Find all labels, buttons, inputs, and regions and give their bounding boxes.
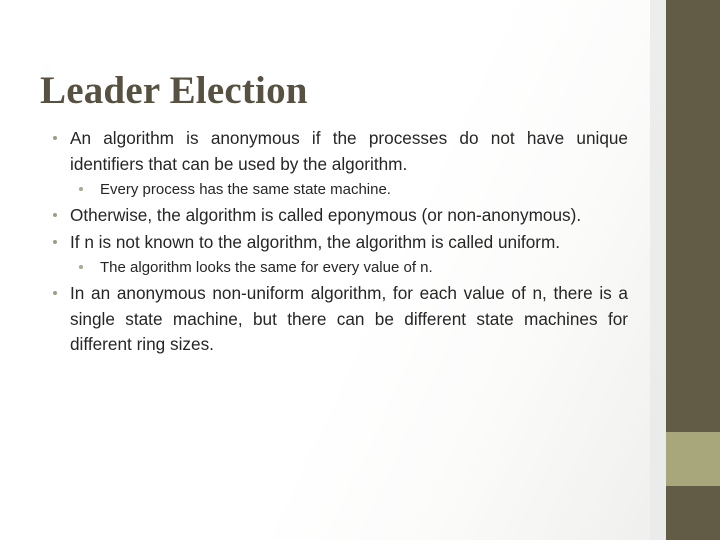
- slide-canvas: Leader Election An algorithm is anonymou…: [0, 0, 720, 540]
- list-item-text: If n is not known to the algorithm, the …: [70, 231, 561, 252]
- list-item-text: The algorithm looks the same for every v…: [100, 259, 433, 276]
- list-item: Otherwise, the algorithm is called epony…: [48, 203, 628, 229]
- bullet-dot-icon: [53, 136, 57, 140]
- list-item: The algorithm looks the same for every v…: [48, 256, 628, 279]
- list-item-text: Otherwise, the algorithm is called epony…: [70, 205, 582, 225]
- bullet-list: An algorithm is anonymous if the process…: [48, 126, 628, 359]
- list-item: If n is not known to the algorithm, the …: [48, 230, 628, 256]
- bullet-dot-icon: [53, 213, 57, 217]
- right-margin-gap: [650, 0, 666, 540]
- list-item-text: An algorithm is anonymous if the process…: [70, 128, 628, 174]
- list-item: Every process has the same state machine…: [48, 178, 628, 201]
- bullet-dot-icon: [53, 239, 57, 244]
- list-item-text: Every process has the same state machine…: [100, 181, 391, 198]
- list-item: In an anonymous non-uniform algorithm, f…: [48, 281, 628, 358]
- bullet-dot-icon: [79, 187, 83, 191]
- page-title: Leader Election: [40, 69, 308, 113]
- right-accent-bar-light: [666, 432, 720, 486]
- bullet-dot-icon: [79, 265, 83, 269]
- list-item: An algorithm is anonymous if the process…: [48, 126, 628, 177]
- list-item-text: In an anonymous non-uniform algorithm, f…: [70, 283, 628, 354]
- bullet-dot-icon: [53, 291, 57, 295]
